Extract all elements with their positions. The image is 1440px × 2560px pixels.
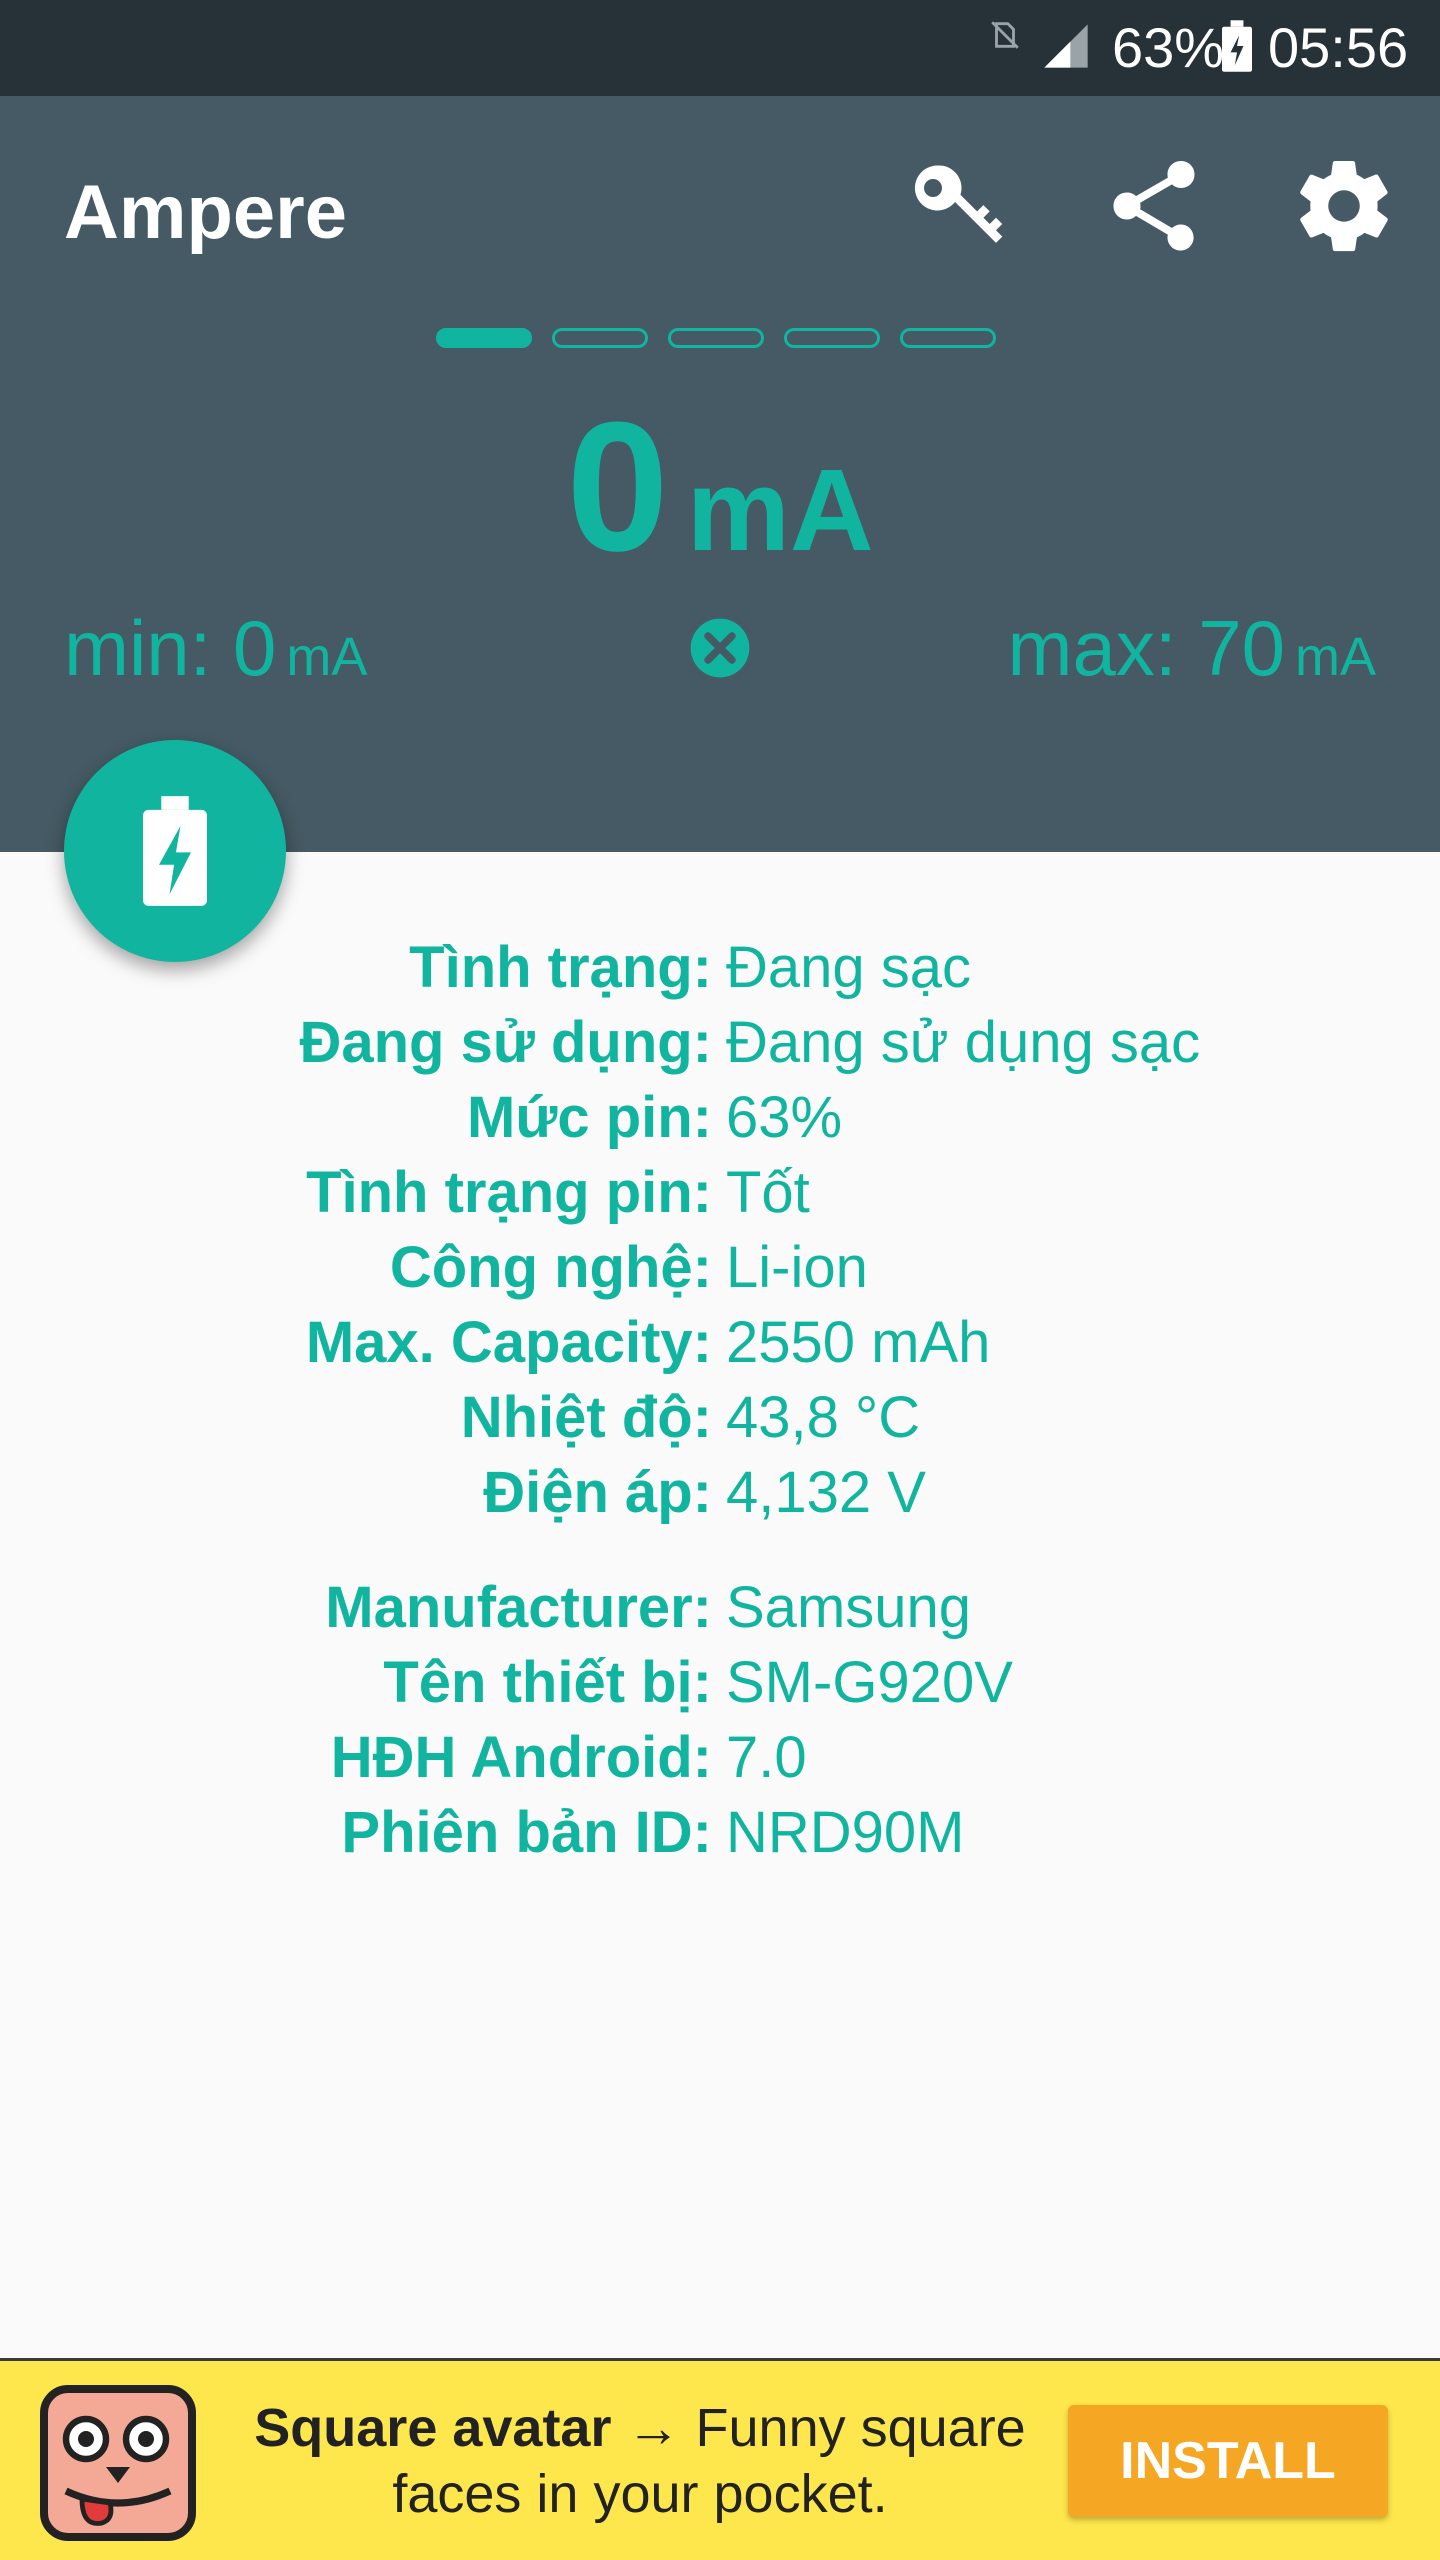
info-row: HĐH Android: 7.0 bbox=[0, 1720, 1440, 1795]
battery-fab-button[interactable] bbox=[64, 740, 286, 962]
info-value: Tốt bbox=[726, 1160, 810, 1225]
page-dot-active[interactable] bbox=[436, 328, 532, 348]
info-row: Tên thiết bị: SM-G920V bbox=[0, 1645, 1440, 1720]
info-label: Đang sử dụng: bbox=[299, 1010, 712, 1075]
info-label: Tình trạng pin: bbox=[306, 1160, 712, 1225]
info-row: Đang sử dụng: Đang sử dụng sạc bbox=[0, 1005, 1440, 1080]
clock: 05:56 bbox=[1268, 16, 1409, 79]
info-value: Đang sạc bbox=[726, 935, 972, 1000]
status-bar: 63% 05:56 bbox=[0, 0, 1440, 96]
info-label: Mức pin: bbox=[467, 1085, 712, 1150]
info-row: Công nghệ: Li-ion bbox=[0, 1230, 1440, 1305]
square-avatar-app-icon[interactable] bbox=[38, 2383, 198, 2543]
info-label: Manufacturer: bbox=[325, 1575, 712, 1640]
info-label: Tình trạng: bbox=[409, 935, 712, 1000]
info-value: 2550 mAh bbox=[726, 1310, 991, 1375]
battery-percent: 63% bbox=[1112, 16, 1225, 79]
ad-line1: Funny square bbox=[695, 2398, 1026, 2458]
min-reading: min: 0 mA bbox=[64, 598, 367, 721]
gear-icon[interactable] bbox=[1290, 152, 1398, 260]
ad-line2: faces in your pocket. bbox=[392, 2464, 888, 2524]
info-label: Max. Capacity: bbox=[305, 1310, 712, 1375]
info-label: Công nghệ: bbox=[389, 1235, 712, 1300]
info-row: Tình trạng: Đang sạc bbox=[0, 930, 1440, 1005]
info-value: Li-ion bbox=[726, 1235, 868, 1300]
info-row: Manufacturer: Samsung bbox=[0, 1570, 1440, 1645]
install-button[interactable]: INSTALL bbox=[1068, 2405, 1388, 2517]
info-label: Điện áp: bbox=[483, 1460, 712, 1525]
info-row: Tình trạng pin: Tốt bbox=[0, 1155, 1440, 1230]
ad-arrow: → bbox=[626, 2398, 681, 2458]
no-sim-icon bbox=[991, 21, 1019, 49]
info-row: Phiên bản ID: NRD90M bbox=[0, 1795, 1440, 1870]
share-icon[interactable] bbox=[1100, 152, 1208, 260]
info-row: Điện áp: 4,132 V bbox=[0, 1455, 1440, 1530]
info-row: Nhiệt độ: 43,8 °C bbox=[0, 1380, 1440, 1455]
battery-charging-icon bbox=[143, 796, 207, 906]
key-icon[interactable] bbox=[906, 152, 1014, 260]
info-value: 43,8 °C bbox=[726, 1385, 921, 1450]
app-title: Ampere bbox=[64, 170, 347, 255]
battery-charging-icon bbox=[1222, 20, 1252, 72]
max-unit: mA bbox=[1295, 627, 1376, 687]
battery-info-list: Tình trạng: Đang sạc Đang sử dụng: Đang … bbox=[0, 930, 1440, 1870]
info-label: HĐH Android: bbox=[330, 1725, 712, 1790]
page-dot[interactable] bbox=[668, 328, 764, 348]
page-dot[interactable] bbox=[784, 328, 880, 348]
info-value: 4,132 V bbox=[726, 1460, 926, 1525]
info-label: Nhiệt độ: bbox=[460, 1385, 712, 1450]
current-value: 0 bbox=[566, 383, 669, 589]
current-unit: mA bbox=[686, 445, 874, 575]
page-dot[interactable] bbox=[900, 328, 996, 348]
page-dot[interactable] bbox=[552, 328, 648, 348]
info-value: NRD90M bbox=[726, 1800, 965, 1865]
info-row: Max. Capacity: 2550 mAh bbox=[0, 1305, 1440, 1380]
min-value: min: 0 bbox=[64, 604, 277, 692]
info-value: Đang sử dụng sạc bbox=[726, 1010, 1201, 1075]
app-header: Ampere 0 mA min: 0 mA max: 70 mA bbox=[0, 96, 1440, 852]
info-label: Phiên bản ID: bbox=[341, 1800, 712, 1865]
info-value: 7.0 bbox=[726, 1725, 807, 1790]
info-label: Tên thiết bị: bbox=[383, 1650, 712, 1715]
max-reading: max: 70 mA bbox=[1008, 598, 1376, 721]
ad-banner[interactable]: Square avatar → Funny square faces in yo… bbox=[0, 2358, 1440, 2560]
ad-title: Square avatar bbox=[254, 2398, 612, 2458]
signal-icon bbox=[1044, 24, 1088, 68]
max-value: max: 70 bbox=[1007, 604, 1285, 692]
info-value: Samsung bbox=[726, 1575, 972, 1640]
info-row: Mức pin: 63% bbox=[0, 1080, 1440, 1155]
info-value: SM-G920V bbox=[726, 1650, 1013, 1715]
ad-text[interactable]: Square avatar → Funny square faces in yo… bbox=[230, 2395, 1050, 2527]
section-divider bbox=[0, 1530, 1440, 1570]
info-value: 63% bbox=[726, 1085, 843, 1150]
min-unit: mA bbox=[286, 627, 368, 687]
reset-minmax-icon[interactable] bbox=[688, 616, 752, 680]
